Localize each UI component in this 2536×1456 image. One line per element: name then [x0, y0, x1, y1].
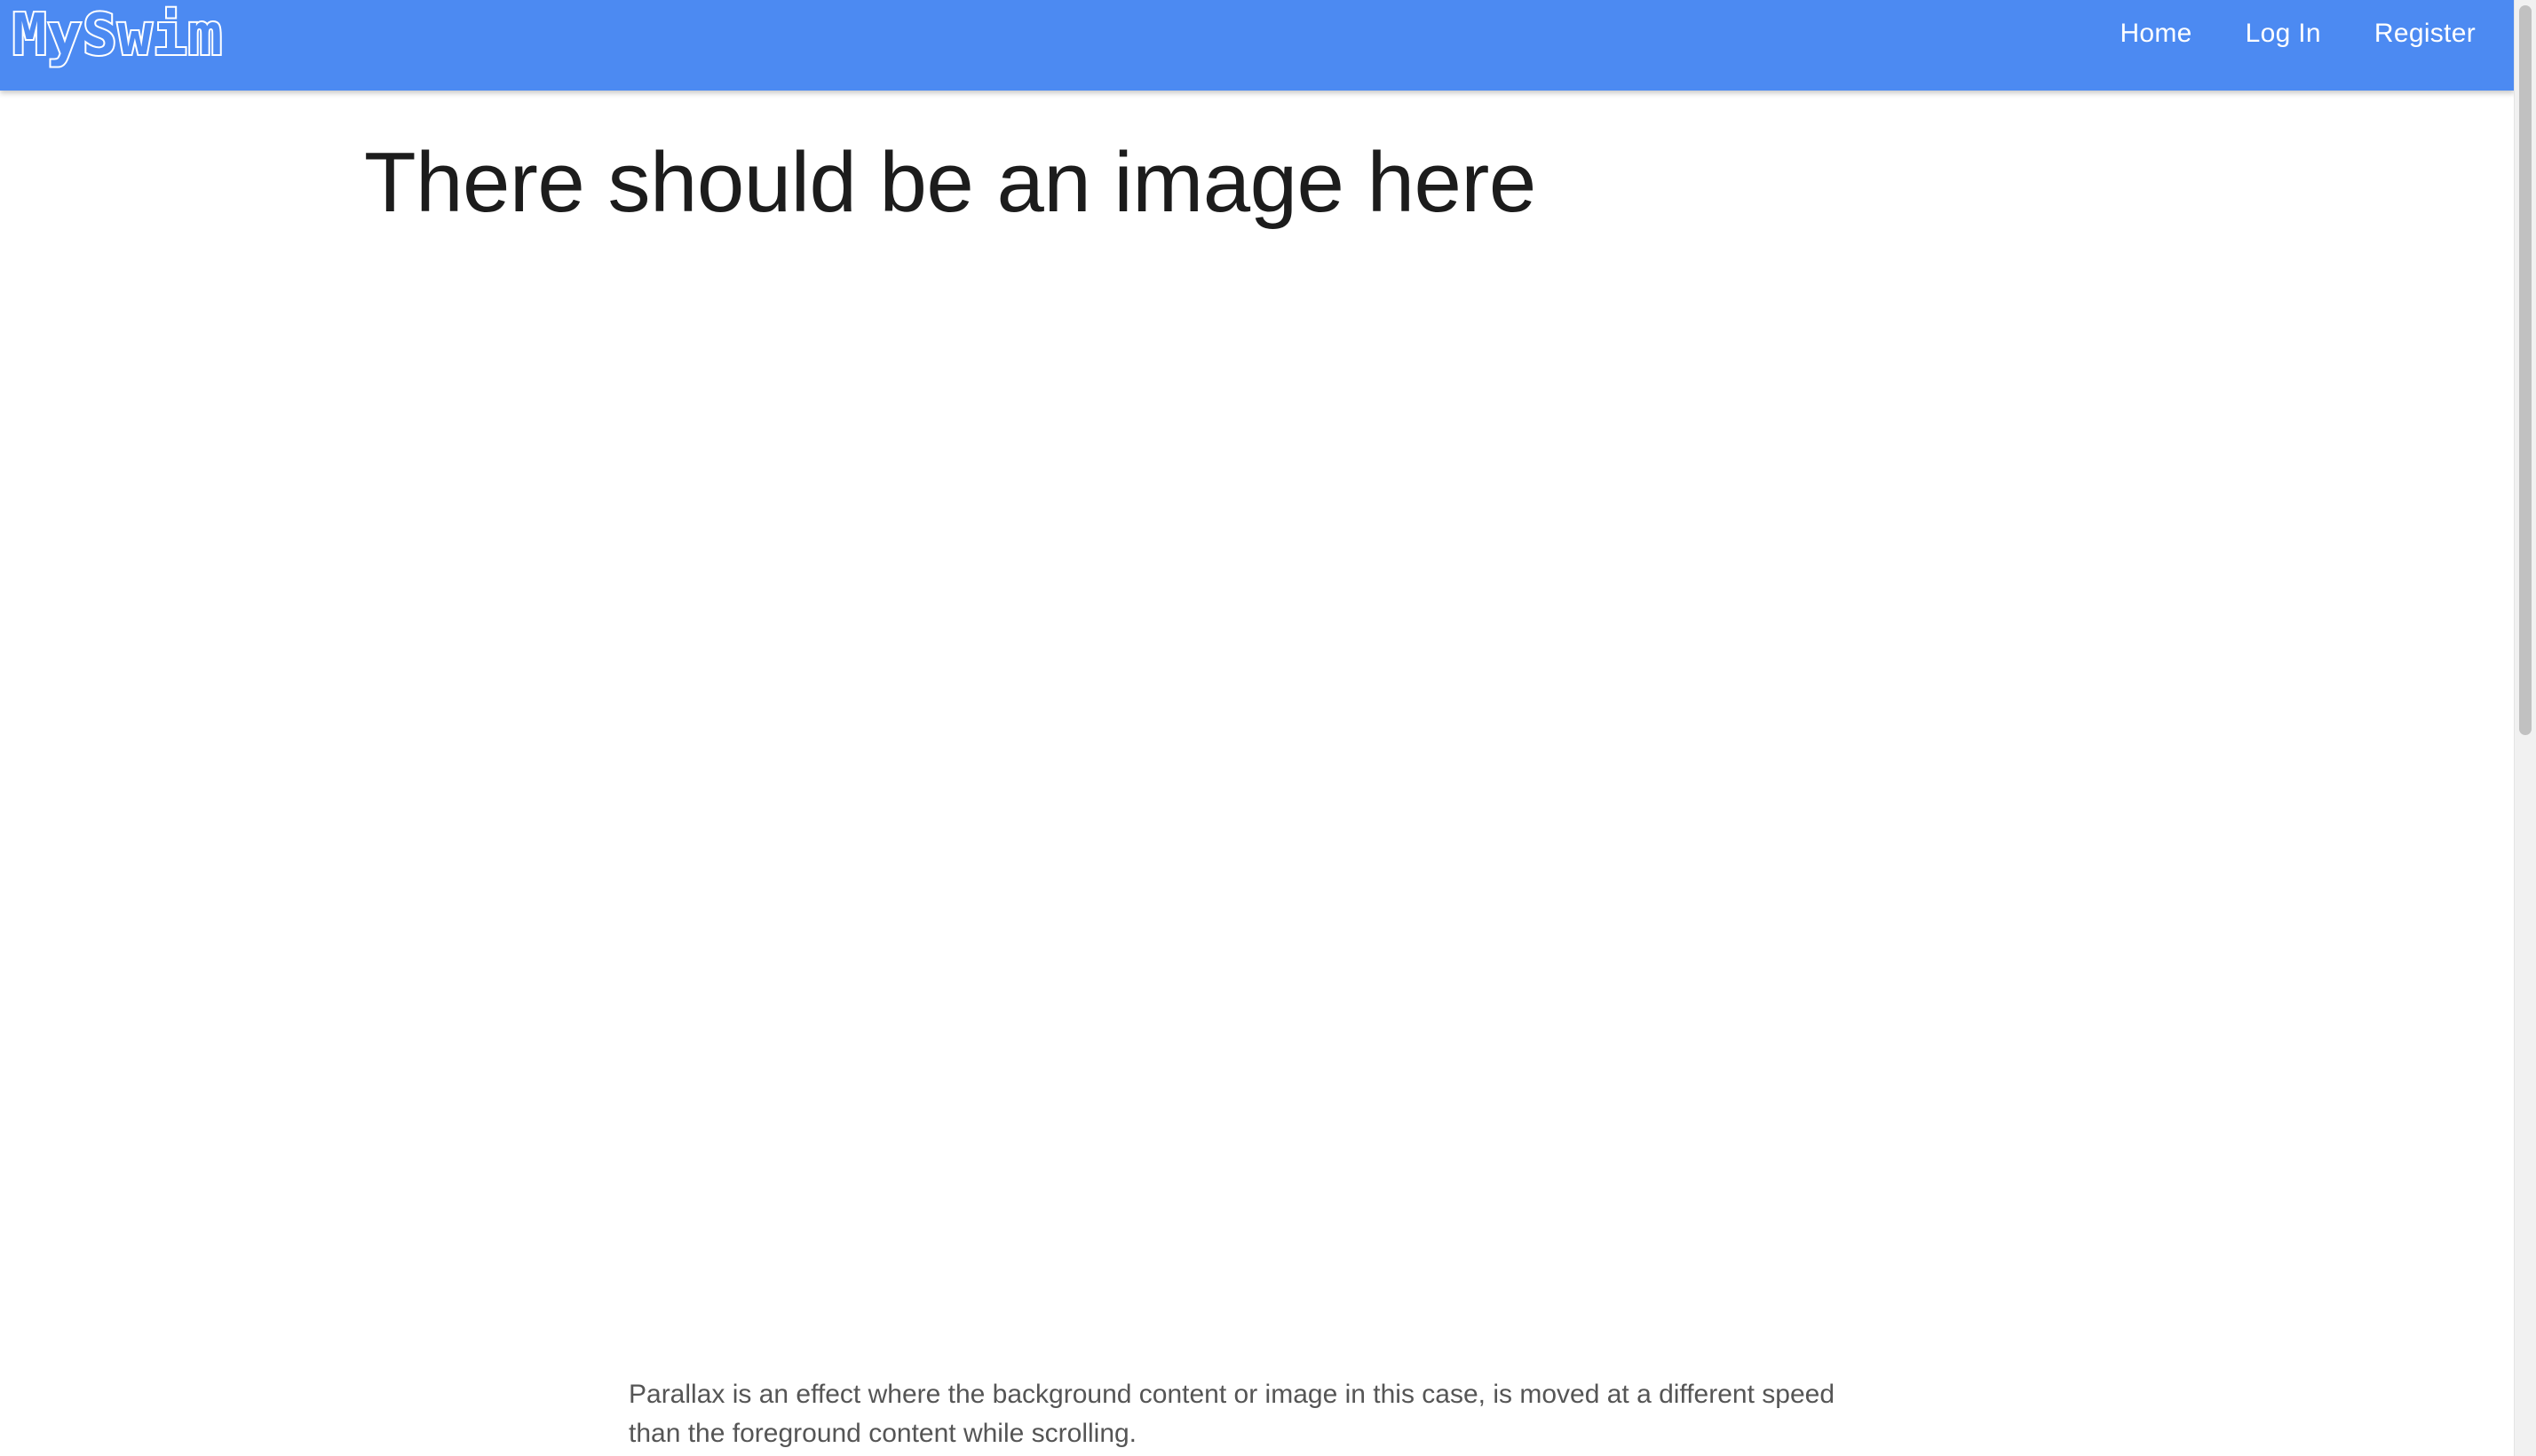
top-navbar: MySwim Home Log In Register	[0, 0, 2515, 91]
nav-link-register[interactable]: Register	[2348, 19, 2502, 49]
page-viewport: MySwim Home Log In Register There should…	[0, 0, 2536, 1456]
nav-links: Home Log In Register	[2093, 0, 2502, 67]
parallax-description: Parallax is an effect where the backgrou…	[629, 1380, 1835, 1448]
parallax-image-area	[0, 257, 2515, 1332]
brand-logo[interactable]: MySwim	[11, 1, 224, 70]
nav-link-home[interactable]: Home	[2093, 19, 2218, 49]
vertical-scrollbar[interactable]	[2514, 0, 2536, 1456]
scrollbar-thumb[interactable]	[2519, 5, 2532, 735]
page-title: There should be an image here	[364, 135, 1536, 230]
nav-link-login[interactable]: Log In	[2219, 19, 2348, 49]
